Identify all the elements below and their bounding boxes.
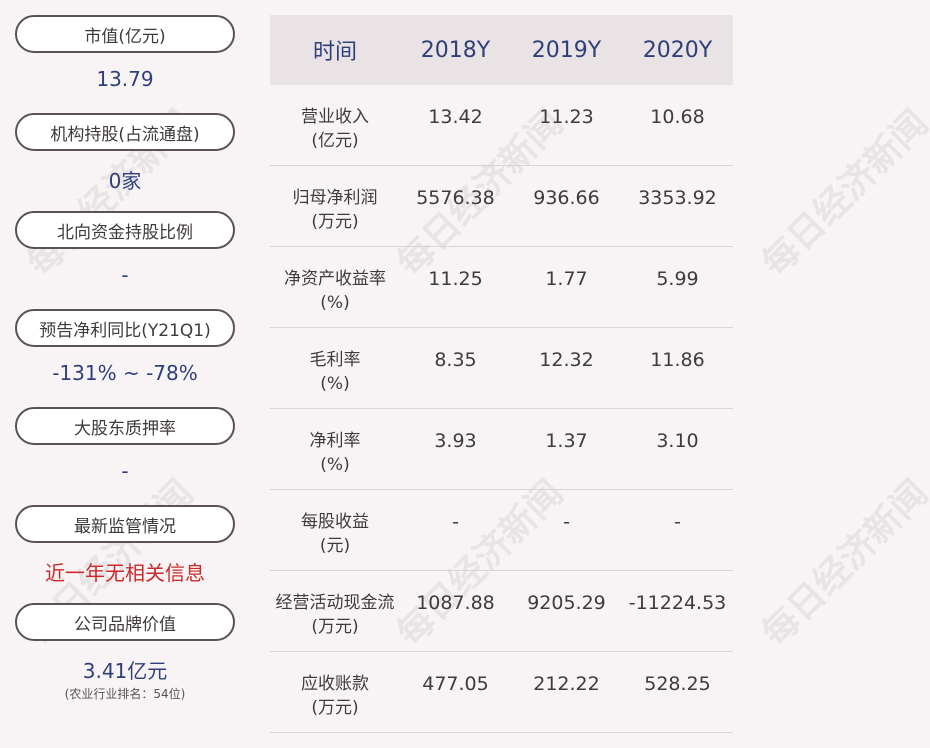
table-cell: 11.25 <box>428 268 483 290</box>
row-unit: (亿元) <box>311 131 359 151</box>
table-row: 经营活动现金流 (万元) 1087.88 9205.29 -11224.53 <box>270 571 733 652</box>
row-name: 每股收益 <box>301 512 369 532</box>
metric-value-alert: 近一年无相关信息 <box>45 561 205 585</box>
metric-northbound-ratio: 北向资金持股比例 - <box>15 211 235 309</box>
table-cell: 3.93 <box>434 430 477 452</box>
table-row: 营业收入 (亿元) 13.42 11.23 10.68 <box>270 85 733 166</box>
table-cell: 9205.29 <box>527 592 606 614</box>
metric-pledge-ratio: 大股东质押率 - <box>15 407 235 505</box>
metric-value: 3.41亿元 <box>82 659 168 683</box>
row-unit: (万元) <box>311 212 359 232</box>
table-cell: 5.99 <box>656 268 699 290</box>
table-cell: 10.68 <box>650 106 705 128</box>
table-cell: 11.23 <box>539 106 594 128</box>
table-row: 归母净利润 (万元) 5576.38 936.66 3353.92 <box>270 166 733 247</box>
metric-value: 13.79 <box>96 67 154 91</box>
header-cell: 时间 <box>312 40 357 65</box>
table-row: 每股收益 (元) - - - <box>270 490 733 571</box>
table-cell: 1.37 <box>545 430 588 452</box>
row-name: 经营活动现金流 <box>275 593 395 613</box>
watermark: 每日经济新闻 <box>754 102 930 285</box>
table-cell: 477.05 <box>422 673 489 695</box>
metric-value: - <box>121 263 129 287</box>
table-cell: 13.42 <box>428 106 483 128</box>
table-row: 应收账款 (万元) 477.05 212.22 528.25 <box>270 652 733 733</box>
metric-label: 预告净利同比(Y21Q1) <box>15 309 235 347</box>
table-cell: 528.25 <box>644 673 711 695</box>
table-cell: 1.77 <box>545 268 588 290</box>
metric-value: - <box>121 459 129 483</box>
metric-label: 市值(亿元) <box>15 15 235 53</box>
row-unit: (元) <box>319 536 351 556</box>
metric-brand-value: 公司品牌价值 3.41亿元 (农业行业排名：54位) <box>15 603 235 701</box>
table-cell: 5576.38 <box>416 187 495 209</box>
row-label: 每股收益 (元) <box>270 510 400 558</box>
row-unit: (%) <box>320 374 350 394</box>
table-cell: - <box>563 511 570 533</box>
table-cell: -11224.53 <box>628 592 727 614</box>
row-name: 归母净利润 <box>292 188 378 208</box>
table-cell: 3.10 <box>656 430 699 452</box>
page: 每日经济新闻 每日经济新闻 每日经济新闻 每日经济新闻 每日经济新闻 每日经济新… <box>0 0 930 748</box>
metric-regulatory-status: 最新监管情况 近一年无相关信息 <box>15 505 235 603</box>
row-name: 净资产收益率 <box>284 269 386 289</box>
metric-label: 北向资金持股比例 <box>15 211 235 249</box>
table-cell: 1087.88 <box>416 592 495 614</box>
table-cell: 8.35 <box>434 349 477 371</box>
metric-label: 大股东质押率 <box>15 407 235 445</box>
table-cell: 212.22 <box>533 673 600 695</box>
financial-table: 时间 2018Y 2019Y 2020Y 营业收入 (亿元) 13.42 11.… <box>270 15 733 733</box>
metrics-column: 市值(亿元) 13.79 机构持股(占流通盘) 0家 北向资金持股比例 - 预告… <box>15 15 235 701</box>
row-name: 净利率 <box>309 431 361 451</box>
row-name: 营业收入 <box>301 107 369 127</box>
row-unit: (%) <box>320 293 350 313</box>
row-name: 应收账款 <box>301 674 369 694</box>
metric-subvalue: (农业行业排名：54位) <box>64 687 186 701</box>
table-header: 时间 2018Y 2019Y 2020Y <box>270 15 733 85</box>
metric-institutional-holding: 机构持股(占流通盘) 0家 <box>15 113 235 211</box>
table-row: 毛利率 (%) 8.35 12.32 11.86 <box>270 328 733 409</box>
table-row: 净利率 (%) 3.93 1.37 3.10 <box>270 409 733 490</box>
row-label: 净利率 (%) <box>270 429 400 477</box>
row-unit: (万元) <box>311 617 359 637</box>
header-cell: 2020Y <box>642 37 713 63</box>
row-label: 净资产收益率 (%) <box>270 267 400 315</box>
metric-value: -131% ~ -78% <box>52 361 198 385</box>
table-cell: 936.66 <box>533 187 600 209</box>
table-cell: - <box>674 511 681 533</box>
metric-label: 机构持股(占流通盘) <box>15 113 235 151</box>
row-unit: (万元) <box>311 698 359 718</box>
table-cell: 3353.92 <box>638 187 717 209</box>
table-cell: 12.32 <box>539 349 594 371</box>
row-label: 归母净利润 (万元) <box>270 186 400 234</box>
row-label: 营业收入 (亿元) <box>270 105 400 153</box>
metric-profit-forecast: 预告净利同比(Y21Q1) -131% ~ -78% <box>15 309 235 407</box>
row-name: 毛利率 <box>309 350 361 370</box>
metric-market-cap: 市值(亿元) 13.79 <box>15 15 235 113</box>
table-row: 净资产收益率 (%) 11.25 1.77 5.99 <box>270 247 733 328</box>
header-cell: 2018Y <box>420 37 491 63</box>
row-unit: (%) <box>320 455 350 475</box>
header-cell: 2019Y <box>531 37 602 63</box>
row-label: 应收账款 (万元) <box>270 672 400 720</box>
row-label: 毛利率 (%) <box>270 348 400 396</box>
metric-label: 最新监管情况 <box>15 505 235 543</box>
table-cell: 11.86 <box>650 349 705 371</box>
metric-value: 0家 <box>108 169 142 193</box>
row-label: 经营活动现金流 (万元) <box>270 591 400 639</box>
metric-label: 公司品牌价值 <box>15 603 235 641</box>
table-cell: - <box>452 511 459 533</box>
watermark: 每日经济新闻 <box>754 472 930 655</box>
